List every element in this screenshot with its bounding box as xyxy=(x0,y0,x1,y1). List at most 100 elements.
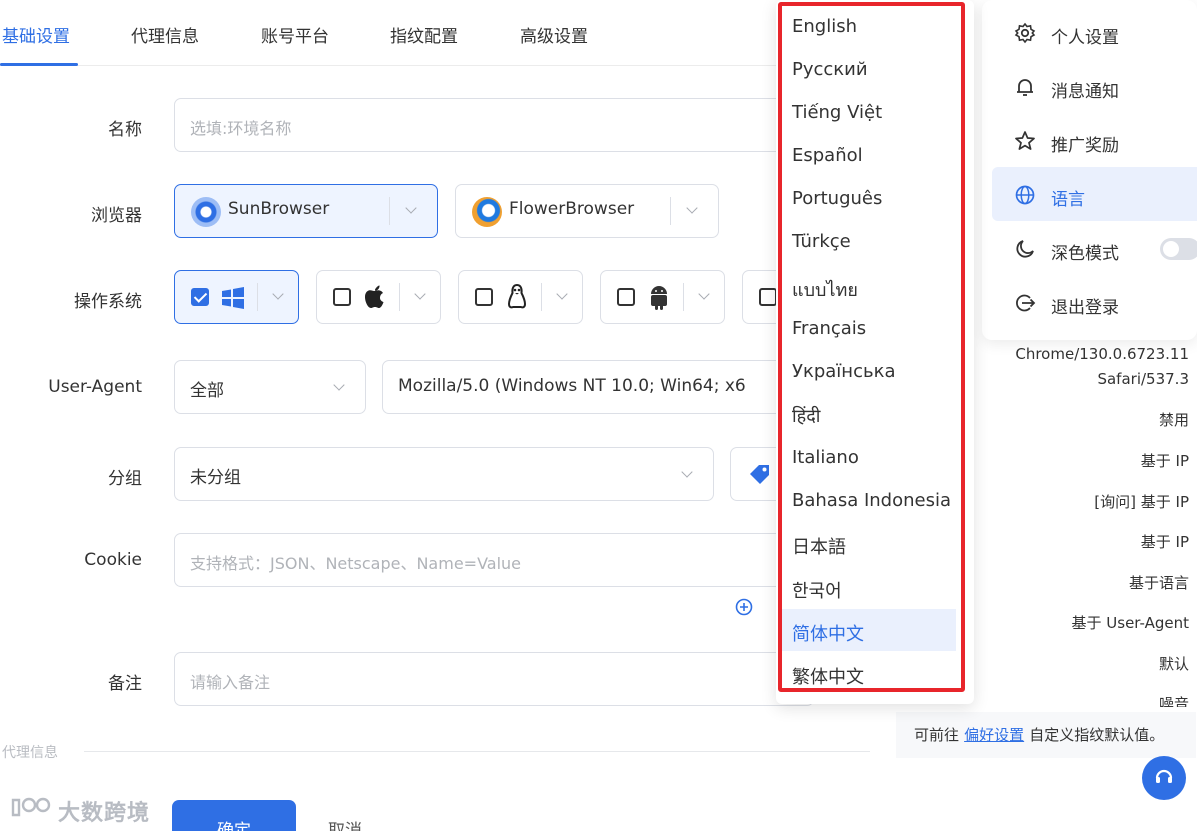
star-icon xyxy=(1015,131,1035,150)
macos-checkbox[interactable] xyxy=(333,288,351,306)
menu-item-notifications[interactable]: 消息通知 xyxy=(992,59,1197,113)
moon-icon xyxy=(1016,240,1034,258)
brand-logo-icon xyxy=(11,797,51,817)
language-option-thai[interactable]: แบบไทย xyxy=(780,264,956,306)
tag-icon xyxy=(750,465,769,484)
summary-value: 基于 IP xyxy=(1140,452,1189,470)
language-option-italian[interactable]: Italiano xyxy=(780,436,956,478)
language-option-turkish[interactable]: Türkçe xyxy=(780,220,956,262)
menu-item-dark-mode[interactable]: 深色模式 xyxy=(992,221,1197,275)
menu-item-personal-settings[interactable]: 个人设置 xyxy=(992,5,1197,59)
group-select[interactable]: 未分组 xyxy=(174,447,714,501)
windows-checkbox[interactable] xyxy=(191,288,209,306)
chevron-down-icon[interactable] xyxy=(405,202,417,214)
hint-suffix: 自定义指纹默认值。 xyxy=(1029,726,1165,744)
language-option-korean[interactable]: 한국어 xyxy=(780,566,956,608)
hint-prefix: 可前往 xyxy=(914,726,960,744)
ua-value: Mozilla/5.0 (Windows NT 10.0; Win64; x6 xyxy=(398,376,746,396)
language-option-russian[interactable]: Русский xyxy=(780,48,956,90)
tab-bar: 基础设置 代理信息 账号平台 指纹配置 高级设置 xyxy=(0,0,900,66)
linux-checkbox[interactable] xyxy=(475,288,493,306)
language-option-japanese[interactable]: 日本語 xyxy=(780,522,956,564)
linux-icon xyxy=(507,283,527,309)
name-placeholder: 选填:环境名称 xyxy=(190,119,292,138)
summary-value: [询问] 基于 IP xyxy=(1094,493,1189,511)
summary-value: 基于语言 xyxy=(1128,574,1189,592)
dark-mode-toggle[interactable] xyxy=(1160,238,1197,260)
language-dropdown: English Русский Tiếng Việt Español Portu… xyxy=(776,0,974,704)
preference-settings-link[interactable]: 偏好设置 xyxy=(964,726,1024,744)
summary-value: 默认 xyxy=(1158,655,1189,673)
note-input[interactable]: 请输入备注 xyxy=(174,652,814,706)
menu-item-label: 退出登录 xyxy=(1051,298,1119,318)
chevron-down-icon[interactable] xyxy=(272,288,284,300)
summary-value: 基于 User-Agent xyxy=(1071,614,1189,632)
language-option-traditional-chinese[interactable]: 繁体中文 xyxy=(780,652,956,694)
menu-item-logout[interactable]: 退出登录 xyxy=(992,275,1197,329)
chevron-down-icon[interactable] xyxy=(414,288,426,300)
chevron-down-icon[interactable] xyxy=(698,288,710,300)
ua-scope-value: 全部 xyxy=(190,381,224,401)
logout-icon xyxy=(1016,294,1036,312)
language-option-spanish[interactable]: Español xyxy=(780,134,956,176)
sunbrowser-label: SunBrowser xyxy=(228,199,330,219)
summary-value: 基于 IP xyxy=(1140,533,1189,551)
summary-value: 禁用 xyxy=(1158,411,1189,429)
cookie-placeholder: 支持格式：JSON、Netscape、Name=Value xyxy=(190,554,522,573)
ua-scope-select[interactable]: 全部 xyxy=(174,360,366,414)
menu-item-referral-rewards[interactable]: 推广奖励 xyxy=(992,113,1197,167)
menu-item-language[interactable]: 语言 xyxy=(992,167,1197,221)
tab-proxy-info[interactable]: 代理信息 xyxy=(131,22,199,47)
language-option-french[interactable]: Français xyxy=(780,307,956,349)
android-checkbox[interactable] xyxy=(617,288,635,306)
os-label: 操作系统 xyxy=(74,292,142,312)
os-option-linux[interactable] xyxy=(458,270,583,324)
chevron-down-icon xyxy=(681,466,693,478)
flowerbrowser-label: FlowerBrowser xyxy=(509,199,635,219)
group-label: 分组 xyxy=(108,469,142,489)
language-option-indonesian[interactable]: Bahasa Indonesia xyxy=(780,479,956,521)
language-option-ukrainian[interactable]: Українська xyxy=(780,350,956,392)
tab-advanced-settings[interactable]: 高级设置 xyxy=(520,22,588,47)
note-placeholder: 请输入备注 xyxy=(190,673,271,692)
profile-editor: 基础设置 代理信息 账号平台 指纹配置 高级设置 名称 选填:环境名称 浏览器 … xyxy=(0,0,1197,831)
confirm-button[interactable]: 确定 xyxy=(172,800,296,831)
name-label: 名称 xyxy=(108,120,142,140)
cancel-button[interactable]: 取消 xyxy=(328,816,362,831)
browser-option-flowerbrowser[interactable]: FlowerBrowser xyxy=(455,184,719,238)
customer-support-button[interactable] xyxy=(1142,756,1186,800)
os-option-macos[interactable] xyxy=(316,270,441,324)
tab-basic-settings[interactable]: 基础设置 xyxy=(2,22,70,47)
cookie-label: Cookie xyxy=(84,550,142,570)
flowerbrowser-icon xyxy=(472,197,502,227)
chevron-down-icon[interactable] xyxy=(686,202,698,214)
ios-checkbox[interactable] xyxy=(759,288,777,306)
ua-label: User-Agent xyxy=(48,377,142,397)
user-menu: 个人设置 消息通知 推广奖励 语言 深色模式 退出登录 xyxy=(982,0,1197,340)
active-tab-indicator xyxy=(0,63,78,66)
apple-icon xyxy=(365,285,384,308)
bell-icon xyxy=(1017,79,1033,96)
plus-circle-icon[interactable] xyxy=(735,598,753,616)
ua-summary-line-2: Safari/537.3 xyxy=(1097,370,1189,388)
menu-item-label: 推广奖励 xyxy=(1051,136,1119,156)
os-option-windows[interactable] xyxy=(174,270,299,324)
android-icon xyxy=(651,286,667,310)
ua-value-input[interactable]: Mozilla/5.0 (Windows NT 10.0; Win64; x6 xyxy=(382,360,814,414)
headset-icon xyxy=(1155,769,1173,783)
language-option-simplified-chinese[interactable]: 简体中文 xyxy=(780,609,956,651)
language-option-hindi[interactable]: हिंदी xyxy=(780,393,956,435)
language-option-vietnamese[interactable]: Tiếng Việt xyxy=(780,91,956,133)
language-option-portuguese[interactable]: Português xyxy=(780,177,956,219)
name-input[interactable]: 选填:环境名称 xyxy=(174,98,814,152)
cookie-input[interactable]: 支持格式：JSON、Netscape、Name=Value xyxy=(174,533,814,587)
language-option-english[interactable]: English xyxy=(780,5,956,47)
tab-fingerprint-config[interactable]: 指纹配置 xyxy=(390,22,458,47)
tab-account-platform[interactable]: 账号平台 xyxy=(261,22,329,47)
chevron-down-icon[interactable] xyxy=(556,288,568,300)
group-value: 未分组 xyxy=(190,468,241,488)
preference-hint: 可前往 偏好设置 自定义指纹默认值。 xyxy=(896,712,1196,758)
browser-option-sunbrowser[interactable]: SunBrowser xyxy=(174,184,438,238)
note-label: 备注 xyxy=(108,674,142,694)
os-option-android[interactable] xyxy=(600,270,725,324)
